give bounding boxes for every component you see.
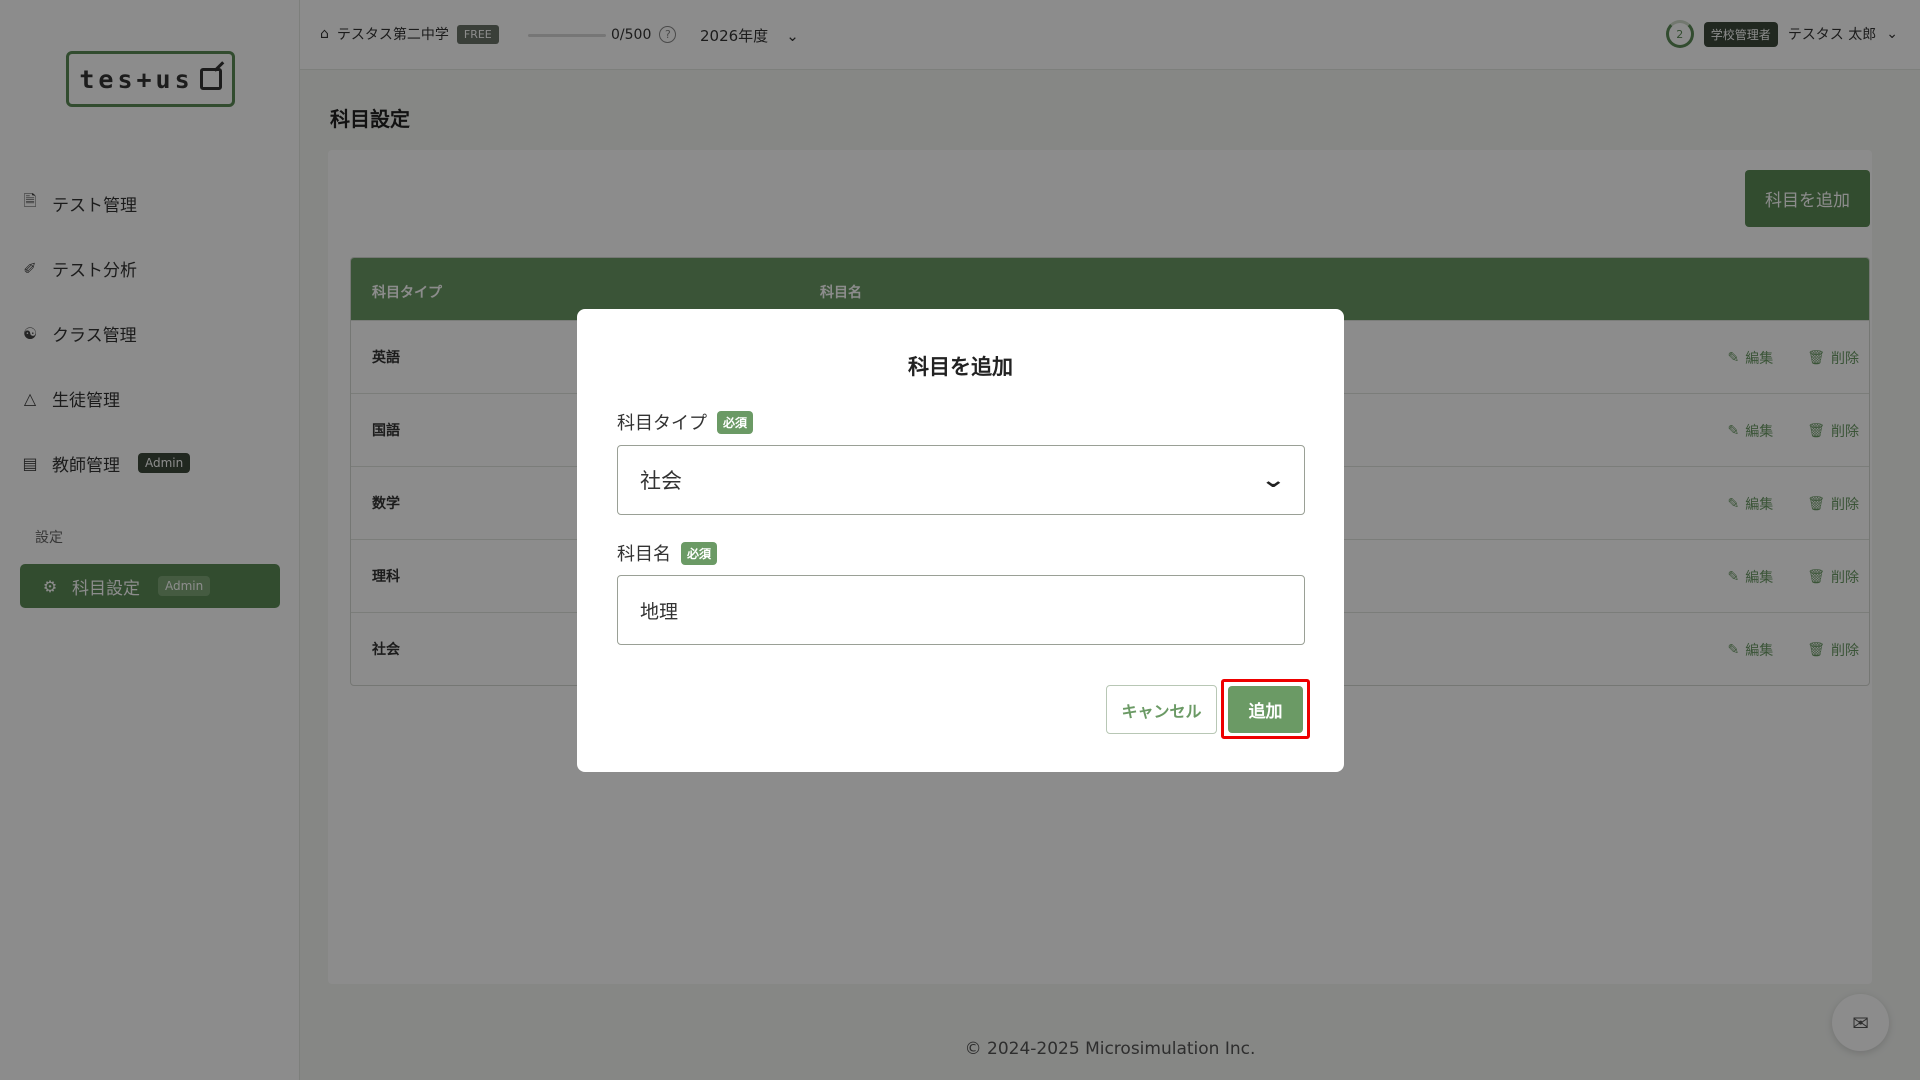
cancel-button[interactable]: キャンセル	[1106, 685, 1217, 734]
required-badge: 必須	[717, 410, 754, 434]
modal-title: 科目を追加	[908, 355, 1013, 379]
field-label-text: 科目名	[617, 544, 671, 565]
submit-button[interactable]: 追加	[1228, 685, 1303, 733]
chevron-down-icon: ⌄	[1259, 467, 1286, 493]
subject-name-input[interactable]	[617, 575, 1305, 645]
required-badge: 必須	[681, 541, 718, 565]
subject-type-select[interactable]: 社会 ⌄	[617, 445, 1305, 515]
field-label-text: 科目タイプ	[617, 413, 707, 434]
add-subject-modal: 科目を追加 科目タイプ 必須 社会 ⌄ 科目名 必須 キャンセル 追加	[577, 309, 1344, 772]
selected-value: 社会	[640, 469, 682, 493]
subject-type-label: 科目タイプ 必須	[617, 409, 754, 435]
subject-name-label: 科目名 必須	[617, 540, 718, 566]
submit-highlight: 追加	[1221, 679, 1310, 739]
